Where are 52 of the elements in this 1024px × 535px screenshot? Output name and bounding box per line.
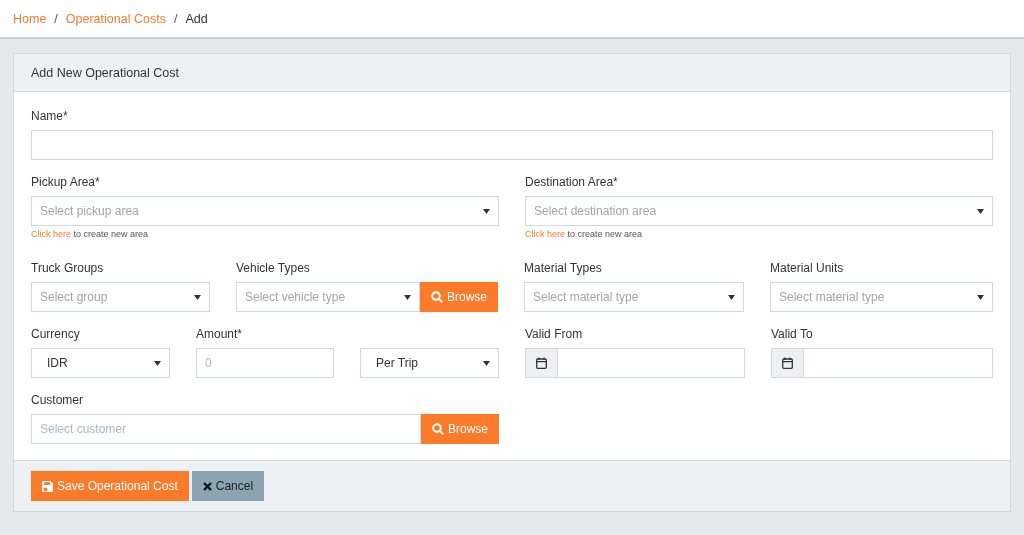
date-field[interactable]: [525, 348, 745, 378]
browse-button[interactable]: Browse: [420, 282, 498, 312]
date-field[interactable]: [771, 348, 993, 378]
select-field[interactable]: Per Trip: [360, 348, 499, 378]
field-label: Material Units: [770, 260, 845, 275]
search-icon: [431, 291, 443, 303]
breadcrumb-separator: /: [173, 11, 178, 26]
field-label: Customer: [31, 392, 84, 407]
help-text: Click here to create new area: [31, 229, 150, 241]
breadcrumb-current: Add: [185, 11, 208, 26]
field-label: Pickup Area*: [31, 174, 101, 189]
caret-icon: [977, 208, 984, 214]
input-field[interactable]: 0: [196, 348, 334, 378]
field-label: Name*: [31, 108, 69, 123]
breadcrumb-separator: /: [54, 11, 58, 26]
select-field[interactable]: Select group: [31, 282, 210, 312]
field-label: Valid To: [771, 326, 814, 341]
caret-icon: [483, 360, 490, 366]
breadcrumb-link[interactable]: Home: [13, 11, 47, 26]
caret-icon: [728, 294, 735, 300]
field-label: Material Types: [524, 260, 603, 275]
caret-icon: [483, 208, 490, 214]
save-button[interactable]: Save Operational Cost: [31, 471, 189, 501]
breadcrumb-link[interactable]: Operational Costs: [65, 11, 166, 26]
search-icon: [432, 423, 444, 435]
select-field[interactable]: Select destination area: [525, 196, 993, 226]
caret-icon: [977, 294, 984, 300]
card-title: Add New Operational Cost: [31, 65, 179, 80]
select-field[interactable]: Select material type: [770, 282, 993, 312]
select-field[interactable]: Select pickup area: [31, 196, 499, 226]
help-text: Click here to create new area: [525, 229, 644, 241]
create-area-link[interactable]: Click here: [31, 229, 71, 239]
field-label: Destination Area*: [525, 174, 619, 189]
field-label: Truck Groups: [31, 260, 105, 275]
field-label: Vehicle Types: [236, 260, 311, 275]
browse-button[interactable]: Browse: [421, 414, 499, 444]
caret-icon: [154, 360, 161, 366]
select-field[interactable]: IDR: [31, 348, 170, 378]
create-area-link[interactable]: Click here: [525, 229, 565, 239]
calendar-icon: [782, 357, 793, 369]
caret-icon: [404, 294, 411, 300]
close-icon: [202, 481, 212, 491]
input-field[interactable]: Select customer: [31, 414, 421, 444]
input-field[interactable]: [31, 130, 993, 160]
field-label: Valid From: [525, 326, 584, 341]
caret-icon: [194, 294, 201, 300]
field-label: Currency: [31, 326, 81, 341]
cancel-button[interactable]: Cancel: [191, 471, 265, 501]
field-label: Amount*: [196, 326, 244, 341]
select-field[interactable]: Select vehicle type: [236, 282, 420, 312]
select-field[interactable]: Select material type: [524, 282, 744, 312]
calendar-icon: [536, 357, 547, 369]
